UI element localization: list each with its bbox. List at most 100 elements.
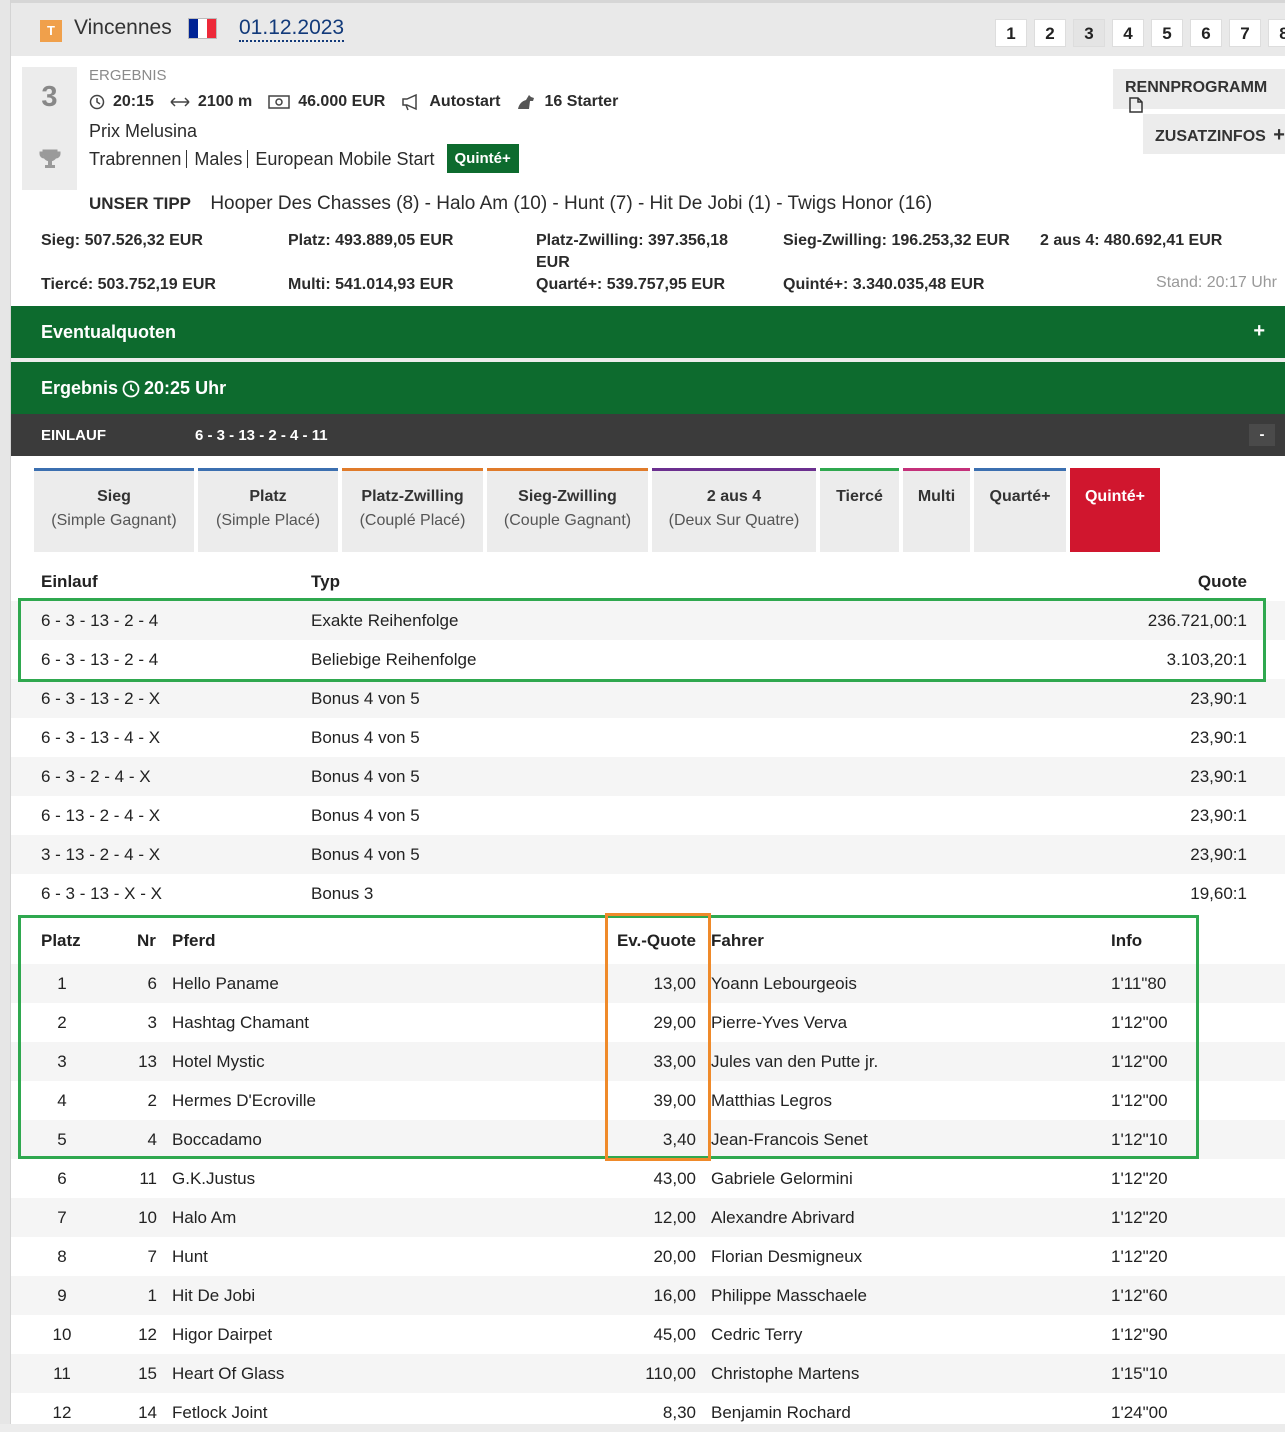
bet-tab-quint-[interactable]: Quinté+	[1070, 468, 1160, 552]
result-cell-nr: 7	[147, 1247, 157, 1266]
race-start-type-text: Autostart	[429, 93, 501, 110]
plus-icon: +	[1273, 124, 1285, 146]
bet-tab-label: Sieg	[97, 488, 131, 505]
race-number: 3	[41, 81, 58, 113]
quote-row: 3 - 13 - 2 - 4 - X Bonus 4 von 5 23,90:1	[11, 835, 1285, 874]
france-flag-icon	[188, 18, 217, 39]
race-tab-3[interactable]: 3	[1073, 19, 1105, 47]
bet-tab-quart-[interactable]: Quarté+	[974, 468, 1066, 552]
bet-tab-sieg-zwilling[interactable]: Sieg-Zwilling (Couple Gagnant)	[487, 468, 648, 552]
quote-cell-einlauf: 6 - 13 - 2 - 4 - X	[41, 806, 161, 825]
result-row: 6 11 G.K.Justus 43,00 Gabriele Gelormini 1'12…	[11, 1159, 1285, 1198]
result-cell-quote: 16,00	[653, 1286, 696, 1305]
bet-tab-tierc-[interactable]: Tiercé	[820, 468, 899, 552]
race-tag: European Mobile Start	[255, 148, 435, 169]
race-tag: Males	[194, 149, 249, 168]
result-row: 11 15 Heart Of Glass 110,00 Christophe Marte…	[11, 1354, 1285, 1393]
quote-row: 6 - 3 - 13 - X - X Bonus 3 19,60:1	[11, 874, 1285, 913]
quote-cell-einlauf: 6 - 3 - 13 - 2 - X	[41, 689, 161, 708]
race-tab-2[interactable]: 2	[1034, 19, 1066, 47]
result-cell-fahrer: Gabriele Gelormini	[711, 1169, 853, 1188]
result-cell-info: 1'12"60	[1111, 1286, 1168, 1305]
ergebnis-label: Ergebnis	[41, 378, 119, 398]
tip-label: UNSER TIPP	[89, 194, 192, 213]
pool-platz: Platz: 493.889,05 EUR	[288, 232, 454, 249]
race-meta: 20:15 2100 m 46.000 EUR Autostart 16 Sta…	[89, 93, 634, 111]
clock-icon	[89, 94, 105, 110]
race-tab-5[interactable]: 5	[1151, 19, 1183, 47]
race-time-text: 20:15	[113, 93, 154, 110]
zusatzinfos-button[interactable]: ZUSATZINFOS +	[1143, 114, 1285, 154]
quote-cell-typ: Bonus 4 von 5	[311, 728, 420, 747]
ergebnis-title: Ergebnis 20:25 Uhr	[41, 378, 226, 399]
quote-cell-quote: 19,60:1	[1190, 884, 1247, 903]
result-row: 12 14 Fetlock Joint 8,30 Benjamin Rochard 1'2…	[11, 1393, 1285, 1432]
result-cell-pferd: G.K.Justus	[172, 1169, 256, 1188]
race-tab-6[interactable]: 6	[1190, 19, 1222, 47]
race-header-bar: T Vincennes 01.12.2023 12345678	[11, 0, 1285, 56]
result-cell-platz: 12	[52, 1403, 72, 1422]
result-cell-info: 1'12"20	[1111, 1208, 1168, 1227]
result-cell-nr: 1	[147, 1286, 157, 1305]
bet-tab-sieg[interactable]: Sieg (Simple Gagnant)	[34, 468, 194, 552]
quote-cell-einlauf: 6 - 3 - 2 - 4 - X	[41, 767, 151, 786]
bet-tab-2-aus-4[interactable]: 2 aus 4 (Deux Sur Quatre)	[652, 468, 816, 552]
race-starters-text: 16 Starter	[544, 93, 619, 110]
race-tab-8[interactable]: 8	[1268, 19, 1285, 47]
race-number-nav: 12345678	[995, 19, 1285, 47]
result-cell-platz: 8	[57, 1247, 67, 1266]
bet-tab-label: 2 aus 4	[706, 488, 762, 505]
money-icon	[268, 95, 290, 109]
rennprogramm-button[interactable]: RENNPROGRAMM	[1113, 69, 1285, 113]
result-cell-info: 1'24"00	[1111, 1403, 1168, 1422]
result-row: 7 10 Halo Am 12,00 Alexandre Abrivard 1'12"20	[11, 1198, 1285, 1237]
ergebnis-header: Ergebnis 20:25 Uhr	[11, 362, 1285, 414]
einlauf-sequence: 6 - 3 - 13 - 2 - 4 - 11	[195, 427, 328, 444]
race-tab-4[interactable]: 4	[1112, 19, 1144, 47]
quote-cell-typ: Bonus 4 von 5	[311, 845, 420, 864]
race-distance: 2100 m	[170, 93, 252, 111]
race-time: 20:15	[89, 93, 154, 111]
pool-tierce: Tiercé: 503.752,19 EUR	[41, 276, 216, 293]
result-cell-quote: 20,00	[653, 1247, 696, 1266]
eventualquoten-toggle[interactable]: Eventualquoten +	[11, 306, 1285, 358]
result-content: Sieg (Simple Gagnant) Platz (Simple Placé) P…	[11, 456, 1285, 1424]
result-cell-pferd: Fetlock Joint	[172, 1403, 268, 1422]
result-cell-info: 1'12"20	[1111, 1169, 1168, 1188]
quote-row: 6 - 3 - 13 - 2 - X Bonus 4 von 5 23,90:1	[11, 679, 1285, 718]
bet-tab-platz-zwilling[interactable]: Platz-Zwilling (Couplé Placé)	[342, 468, 483, 552]
race-tag: Trabrennen	[89, 149, 188, 168]
collapse-button[interactable]: -	[1249, 424, 1275, 446]
race-tab-1[interactable]: 1	[995, 19, 1027, 47]
race-tab-7[interactable]: 7	[1229, 19, 1261, 47]
trophy-icon	[39, 149, 61, 168]
quote-cell-quote: 23,90:1	[1190, 806, 1247, 825]
race-distance-text: 2100 m	[197, 93, 253, 110]
bet-tab-sublabel: (Couplé Placé)	[359, 512, 466, 529]
distance-arrows-icon	[170, 97, 190, 107]
race-prize-text: 46.000 EUR	[298, 93, 386, 110]
result-cell-platz: 9	[57, 1286, 67, 1305]
quote-row: 6 - 3 - 13 - 4 - X Bonus 4 von 5 23,90:1	[11, 718, 1285, 757]
bet-tab-platz[interactable]: Platz (Simple Placé)	[198, 468, 338, 552]
left-strip	[0, 0, 11, 1424]
race-date-link[interactable]: 01.12.2023	[239, 16, 345, 42]
bet-tab-sublabel: (Deux Sur Quatre)	[668, 512, 800, 529]
quote-row: 6 - 13 - 2 - 4 - X Bonus 4 von 5 23,90:1	[11, 796, 1285, 835]
bet-tab-label: Quarté+	[989, 488, 1051, 505]
result-cell-pferd: Hit De Jobi	[172, 1286, 256, 1305]
result-row: 8 7 Hunt 20,00 Florian Desmigneux 1'12"20	[11, 1237, 1285, 1276]
race-prize: 46.000 EUR	[268, 93, 385, 111]
result-cell-platz: 10	[52, 1325, 72, 1344]
bet-tab-multi[interactable]: Multi	[903, 468, 970, 552]
highlight-ev-quote-column	[605, 913, 711, 1161]
result-row: 10 12 Higor Dairpet 45,00 Cedric Terry 1'12"9…	[11, 1315, 1285, 1354]
quote-row: 6 - 3 - 2 - 4 - X Bonus 4 von 5 23,90:1	[11, 757, 1285, 796]
result-cell-nr: 11	[139, 1169, 157, 1188]
result-cell-fahrer: Cedric Terry	[711, 1325, 803, 1344]
quote-cell-quote: 23,90:1	[1190, 689, 1247, 708]
venue-name: Vincennes	[74, 16, 172, 39]
quote-cell-einlauf: 6 - 3 - 13 - X - X	[41, 884, 162, 903]
result-cell-nr: 14	[138, 1403, 157, 1422]
bet-tab-label: Sieg-Zwilling	[518, 488, 617, 505]
